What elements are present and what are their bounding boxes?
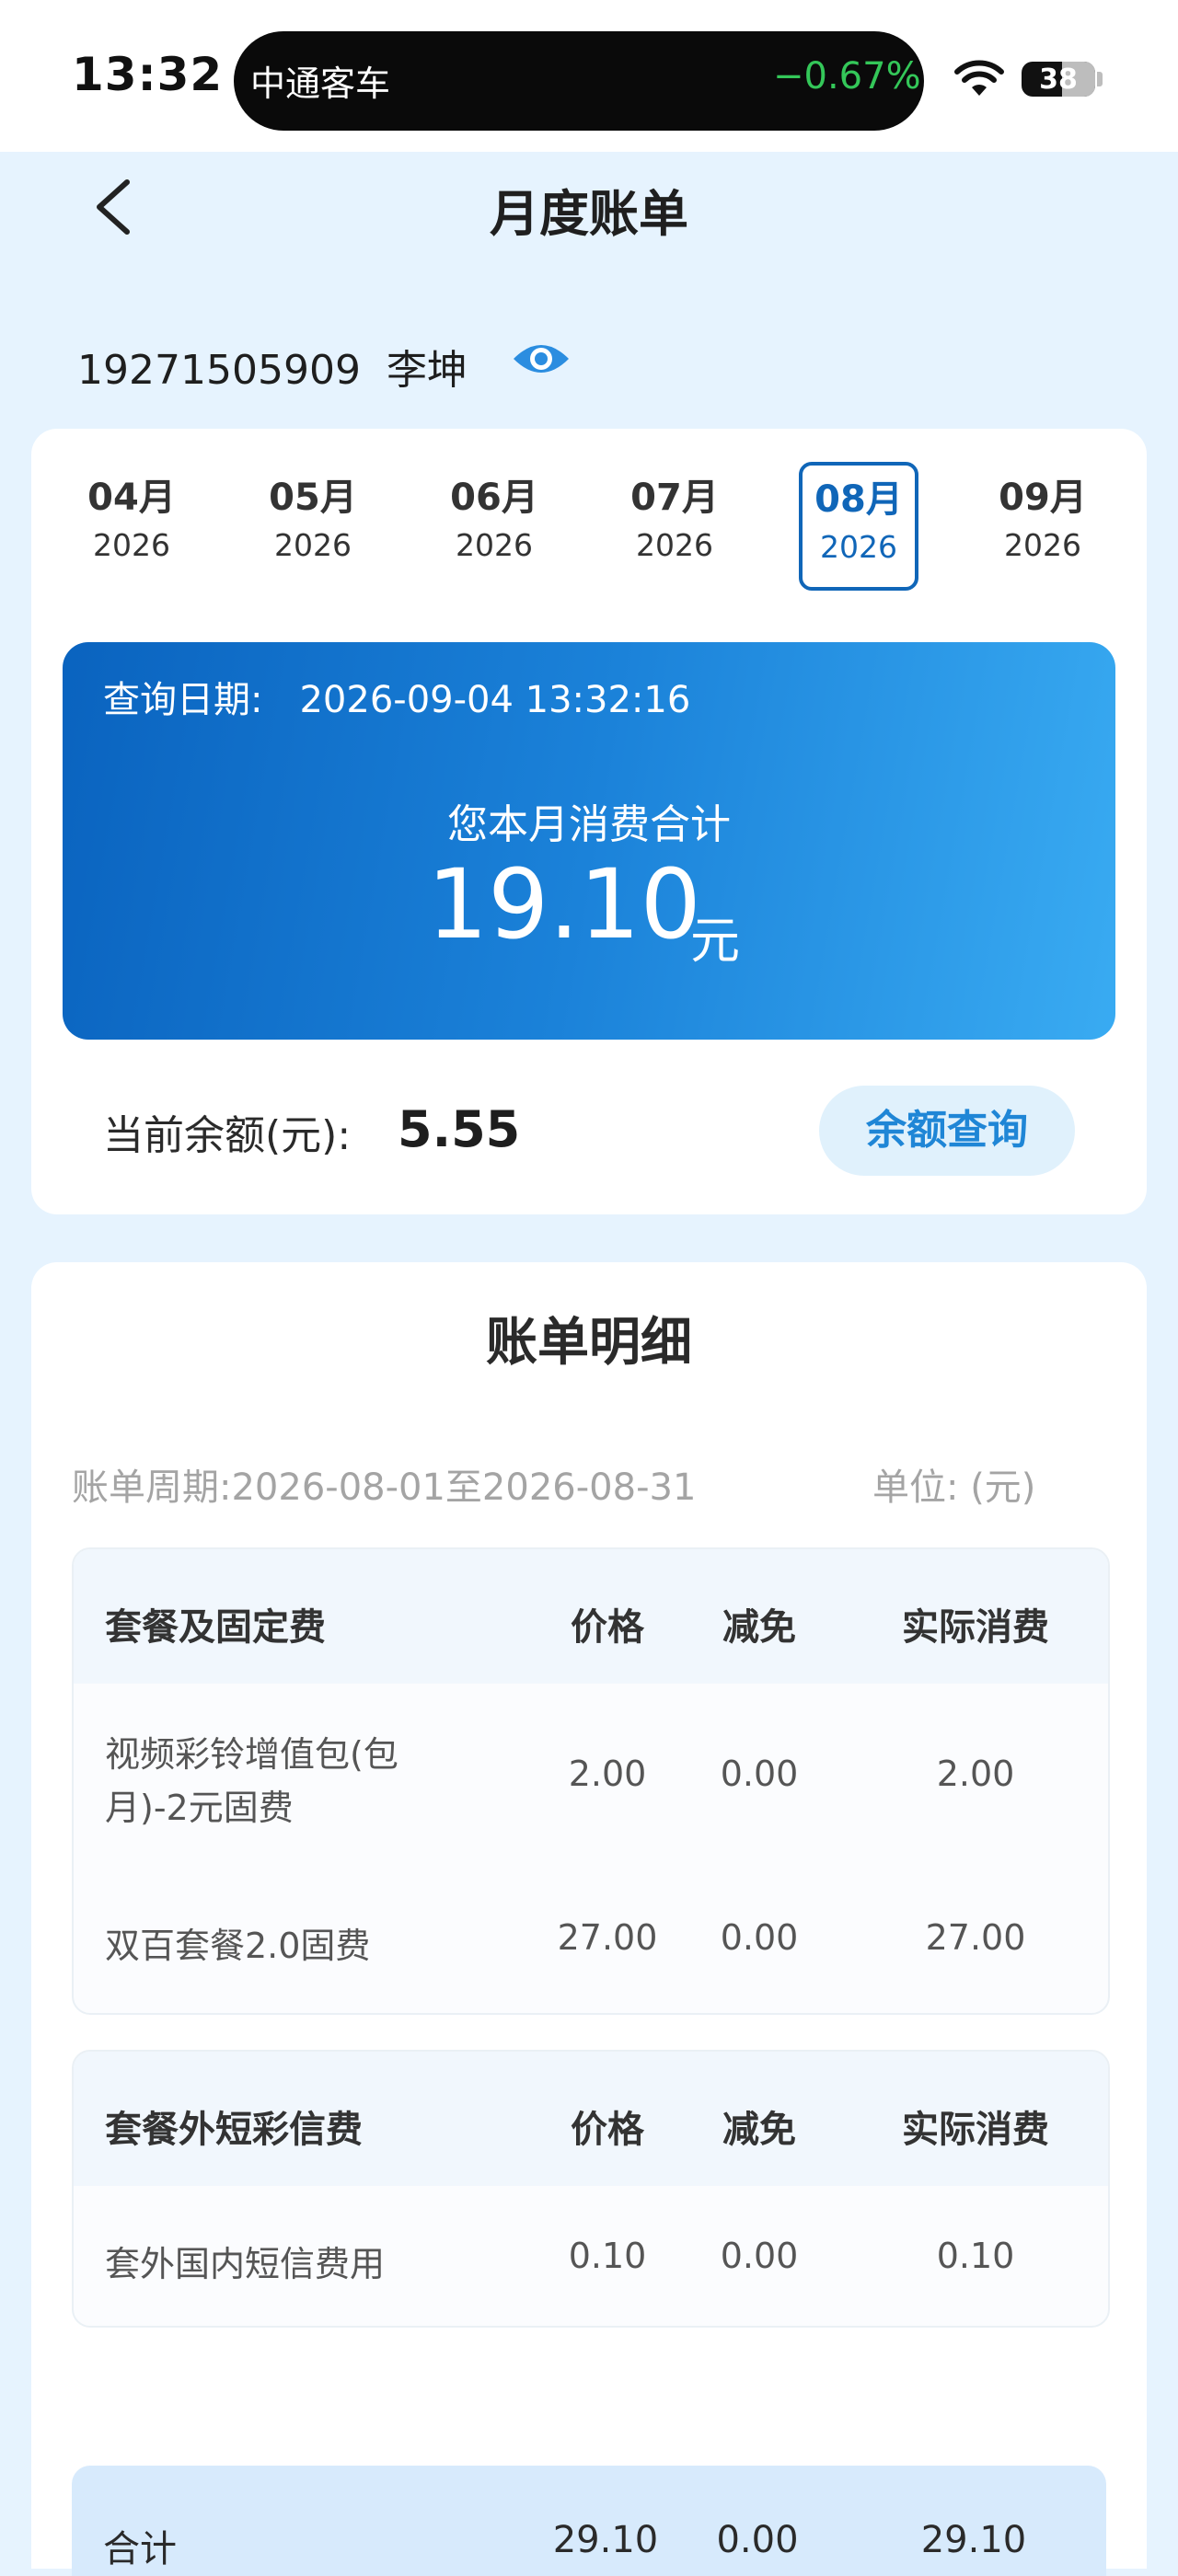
month-label: 06月 <box>450 477 538 519</box>
row-discount: 0.00 <box>720 2236 799 2276</box>
month-label: 09月 <box>999 477 1087 519</box>
month-label: 08月 <box>814 478 903 521</box>
battery-icon: 38 <box>1022 62 1095 97</box>
user-name: 李坤 <box>386 347 468 394</box>
row-price: 2.00 <box>568 1754 647 1794</box>
row-price: 27.00 <box>557 1917 658 1958</box>
eye-icon[interactable] <box>512 339 571 379</box>
year-label: 2026 <box>1004 527 1081 563</box>
balance-label: 当前余额(元): <box>103 1112 352 1159</box>
year-label: 2026 <box>456 527 533 563</box>
month-tab-04[interactable]: 04月 2026 <box>63 473 201 569</box>
year-label: 2026 <box>636 527 713 563</box>
year-label: 2026 <box>820 529 897 565</box>
total-price: 29.10 <box>552 2519 659 2561</box>
row-actual: 2.00 <box>936 1754 1015 1794</box>
status-time: 13:32 <box>72 48 224 101</box>
island-stock-change: −0.67% <box>773 55 921 98</box>
balance-value: 5.55 <box>398 1100 521 1158</box>
currency-unit: 单位: (元) <box>872 1466 1036 1509</box>
month-tab-09[interactable]: 09月 2026 <box>974 473 1112 569</box>
month-tab-05[interactable]: 05月 2026 <box>244 473 382 569</box>
row-item-name: 视频彩铃增值包(包月)-2元固费 <box>105 1734 398 1828</box>
total-discount: 0.00 <box>716 2519 799 2561</box>
total-actual: 29.10 <box>920 2519 1027 2561</box>
back-chevron-icon[interactable] <box>90 178 136 236</box>
page-title: 月度账单 <box>490 185 688 243</box>
year-label: 2026 <box>274 527 352 563</box>
month-label: 05月 <box>269 477 357 519</box>
row-price: 0.10 <box>568 2236 647 2276</box>
spend-label: 您本月消费合计 <box>447 801 731 848</box>
header-actual: 实际消费 <box>902 1606 1049 1649</box>
query-date-label: 查询日期: <box>103 679 263 721</box>
header-category: 套餐外短彩信费 <box>105 2109 363 2151</box>
row-item-name: 套外国内短信费用 <box>105 2244 386 2284</box>
month-label: 07月 <box>630 477 719 519</box>
month-label: 04月 <box>87 477 176 519</box>
header-actual: 实际消费 <box>902 2109 1049 2151</box>
month-tab-06[interactable]: 06月 2026 <box>425 473 563 569</box>
island-app-name: 中通客车 <box>250 63 391 104</box>
header-discount: 减免 <box>722 1606 796 1649</box>
row-actual: 27.00 <box>925 1917 1026 1958</box>
row-discount: 0.00 <box>720 1754 799 1794</box>
header-discount: 减免 <box>722 2109 796 2151</box>
header-price: 价格 <box>571 1606 644 1649</box>
header-category: 套餐及固定费 <box>105 1606 326 1649</box>
header-price: 价格 <box>571 2109 644 2151</box>
fixed-fee-table: 套餐及固定费 价格 减免 实际消费 视频彩铃增值包(包月)-2元固费 2.00 … <box>72 1547 1110 2015</box>
row-actual: 0.10 <box>936 2236 1015 2276</box>
total-row: 合计 29.10 0.00 29.10 <box>72 2466 1106 2576</box>
user-info: 19271505909 李坤 <box>77 337 468 396</box>
wifi-icon <box>954 60 1004 96</box>
year-label: 2026 <box>93 527 170 563</box>
spend-value: 19.10 <box>427 848 701 960</box>
sms-fee-table: 套餐外短彩信费 价格 减免 实际消费 套外国内短信费用 0.10 0.00 0.… <box>72 2050 1110 2328</box>
spend-unit: 元 <box>690 912 740 970</box>
battery-level: 38 <box>1039 63 1078 96</box>
row-item-name: 双百套餐2.0固费 <box>105 1926 371 1966</box>
month-tab-08-selected[interactable]: 08月 2026 <box>799 462 918 591</box>
detail-title: 账单明细 <box>486 1313 692 1373</box>
user-phone: 19271505909 <box>77 347 361 394</box>
bill-period: 账单周期:2026-08-01至2026-08-31 <box>72 1466 697 1509</box>
month-tab-07[interactable]: 07月 2026 <box>606 473 744 569</box>
total-label: 合计 <box>103 2528 177 2570</box>
row-discount: 0.00 <box>720 1917 799 1958</box>
query-date-row: 查询日期: 2026-09-04 13:32:16 <box>103 670 690 723</box>
battery-tip <box>1097 72 1103 86</box>
query-date-value: 2026-09-04 13:32:16 <box>299 679 691 721</box>
balance-query-button[interactable]: 余额查询 <box>819 1086 1075 1176</box>
